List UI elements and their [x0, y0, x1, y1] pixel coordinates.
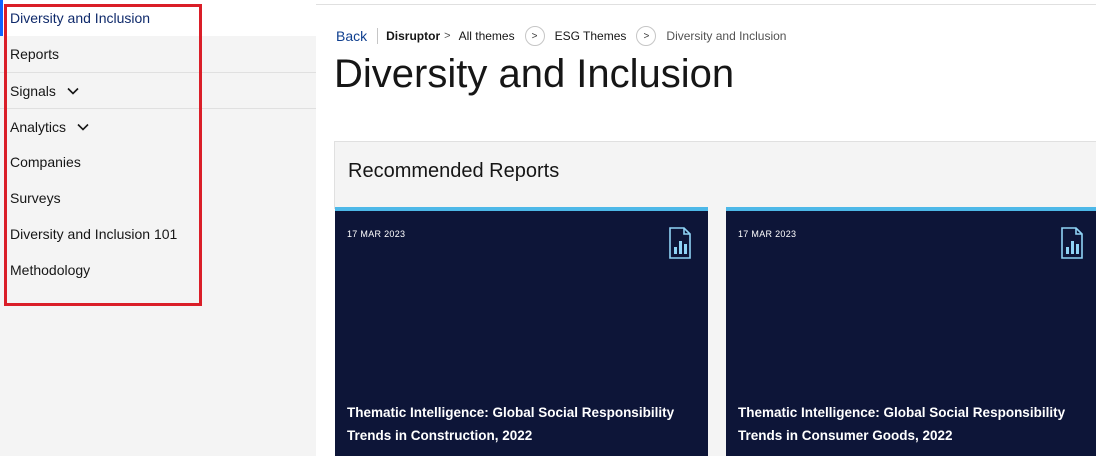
- sidebar-item-label: Diversity and Inclusion 101: [10, 226, 178, 242]
- sidebar-item-surveys[interactable]: Surveys: [10, 180, 61, 216]
- sidebar-item-label: Signals: [10, 83, 56, 99]
- sidebar-item-companies[interactable]: Companies: [10, 144, 81, 180]
- report-title[interactable]: Thematic Intelligence: Global Social Res…: [738, 401, 1078, 447]
- report-chart-icon: [1060, 227, 1084, 259]
- active-indicator: [0, 0, 3, 36]
- report-card[interactable]: 17 MAR 2023 Thematic Intelligence: Globa…: [726, 207, 1096, 456]
- sidebar-item-diversity-and-inclusion-101[interactable]: Diversity and Inclusion 101: [10, 216, 177, 252]
- chevron-right-icon[interactable]: >: [524, 26, 545, 46]
- chevron-down-icon: [76, 120, 90, 134]
- breadcrumb-item-current: Diversity and Inclusion: [666, 29, 787, 43]
- sidebar-item-reports[interactable]: Reports: [10, 36, 59, 72]
- sidebar-item-label: Surveys: [10, 190, 61, 206]
- chevron-down-icon: [66, 84, 80, 98]
- report-date: 17 MAR 2023: [738, 229, 797, 239]
- breadcrumb-item-disruptor[interactable]: Disruptor: [386, 29, 440, 43]
- sidebar-item-label: Methodology: [10, 262, 91, 278]
- recommended-reports-header: Recommended Reports: [334, 141, 1096, 209]
- sidebar-item-analytics[interactable]: Analytics: [10, 109, 90, 145]
- sidebar: Diversity and Inclusion Reports Signals …: [0, 0, 316, 456]
- breadcrumb-item-esg-themes[interactable]: ESG Themes: [555, 29, 627, 43]
- sidebar-item-signals[interactable]: Signals: [10, 73, 80, 109]
- sidebar-item-methodology[interactable]: Methodology: [10, 252, 90, 288]
- sidebar-item-label: Reports: [10, 46, 60, 62]
- report-chart-icon: [668, 227, 692, 259]
- breadcrumb: Back Disruptor > All themes > ESG Themes…: [336, 26, 786, 46]
- report-card[interactable]: 17 MAR 2023 Thematic Intelligence: Globa…: [335, 207, 708, 456]
- report-title[interactable]: Thematic Intelligence: Global Social Res…: [347, 401, 687, 447]
- section-title: Recommended Reports: [348, 160, 560, 182]
- sidebar-item-label: Analytics: [10, 119, 67, 135]
- chevron-right-icon[interactable]: >: [636, 26, 657, 46]
- sidebar-item-label: Diversity and Inclusion: [10, 10, 151, 26]
- breadcrumb-item-all-themes[interactable]: All themes: [459, 29, 515, 43]
- report-date: 17 MAR 2023: [347, 229, 406, 239]
- sidebar-item-label: Companies: [10, 154, 81, 170]
- sidebar-item-diversity-and-inclusion[interactable]: Diversity and Inclusion: [10, 0, 150, 36]
- back-link[interactable]: Back: [336, 28, 379, 44]
- page-title: Diversity and Inclusion: [334, 52, 735, 96]
- chevron-right-icon: >: [444, 30, 451, 42]
